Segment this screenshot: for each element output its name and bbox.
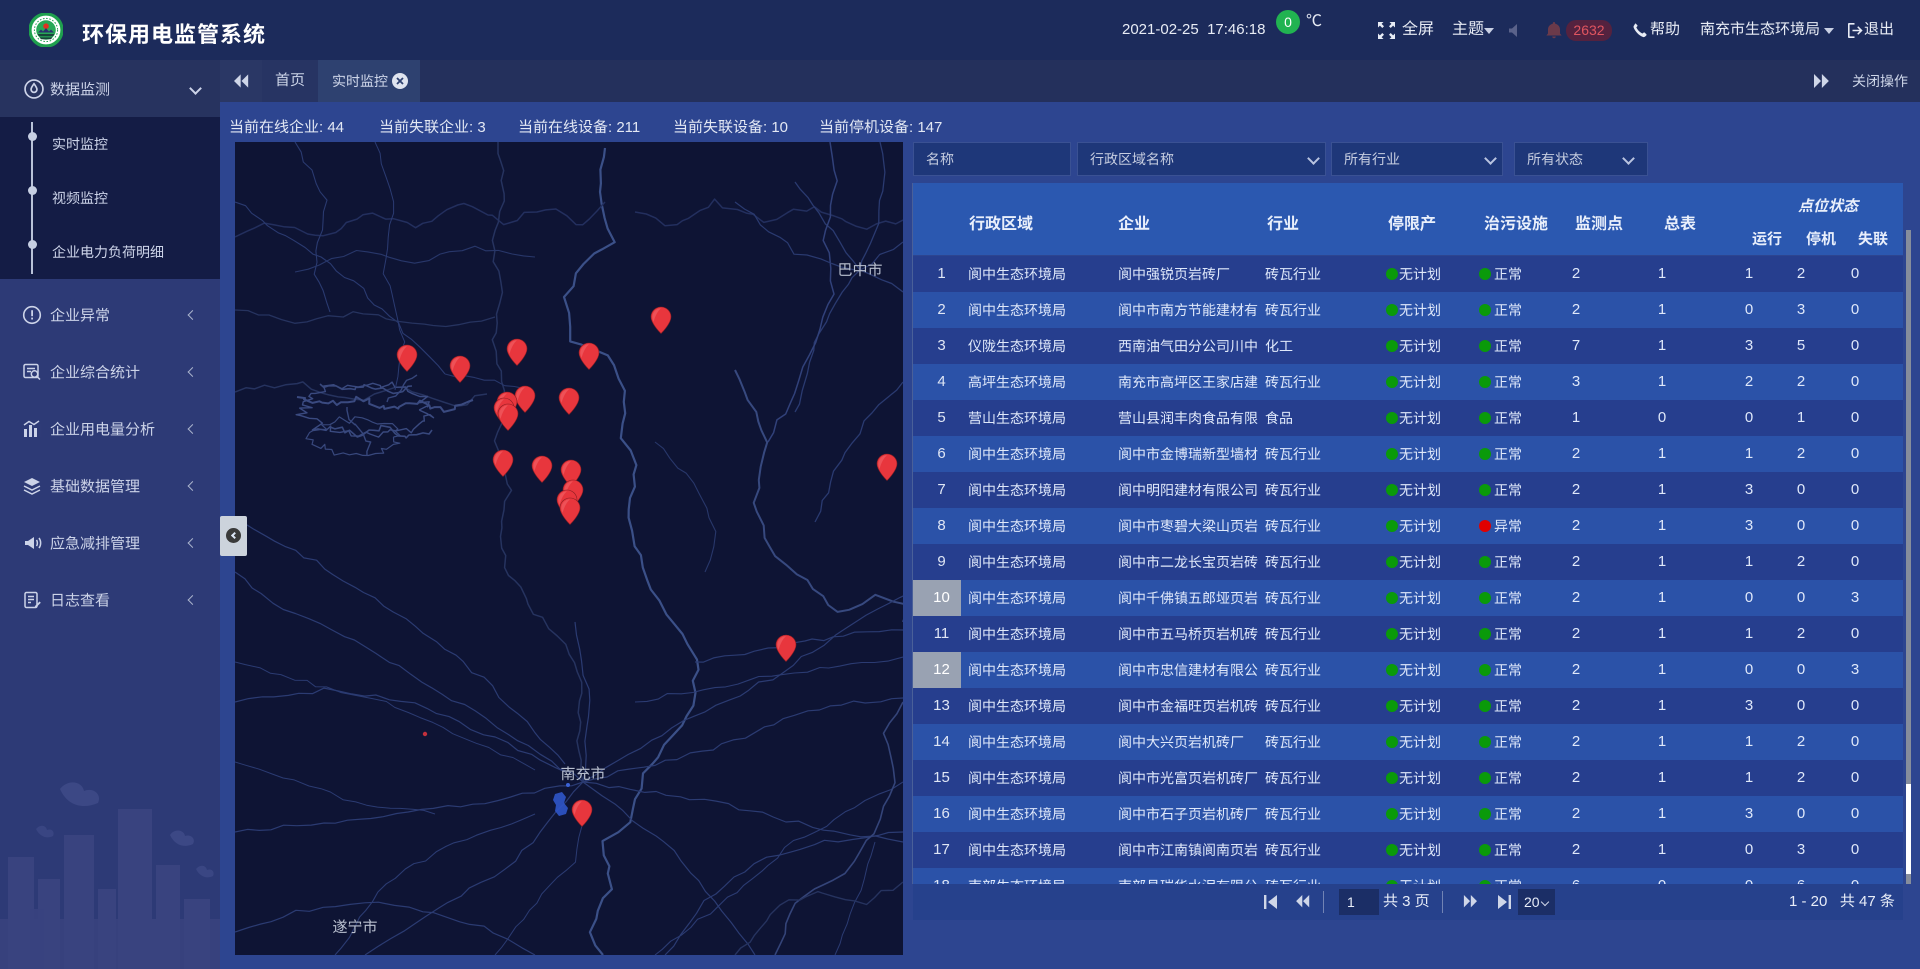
- svg-text:巴中市: 巴中市: [837, 262, 882, 279]
- svg-text:遂宁市: 遂宁市: [332, 919, 377, 936]
- svg-text:南充市: 南充市: [560, 766, 605, 783]
